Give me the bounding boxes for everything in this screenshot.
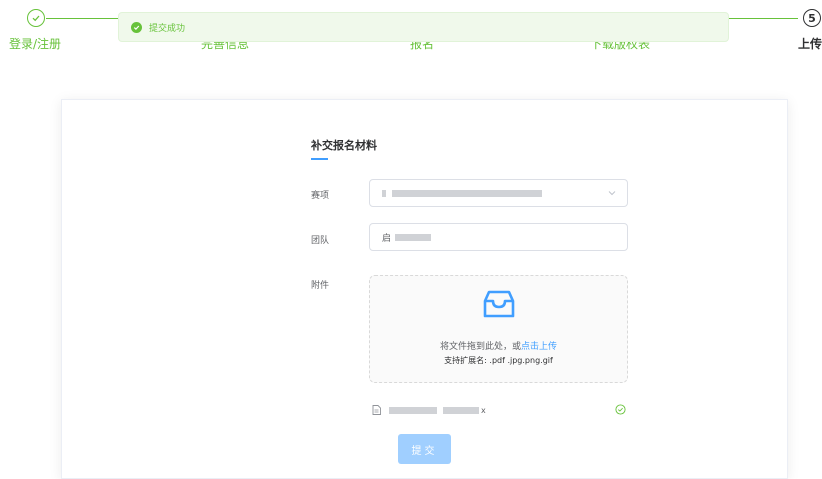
redacted-text (443, 406, 479, 414)
step-connector (728, 18, 798, 19)
redacted-text (395, 233, 432, 241)
step-title-login: 登录/注册 (9, 37, 62, 51)
step-connector (46, 18, 128, 19)
step-title-upload: 上传 (798, 37, 822, 51)
success-circle-icon (615, 404, 626, 415)
check-icon (27, 9, 45, 27)
step-number-icon: 5 (803, 9, 821, 27)
file-name: x (389, 406, 486, 415)
event-label: 赛项 (311, 191, 330, 201)
chevron-down-icon (608, 191, 616, 196)
team-value-prefix: 启 (382, 233, 392, 244)
click-upload-link[interactable]: 点击上传 (521, 342, 557, 352)
inbox-icon (483, 290, 515, 318)
upload-tip: 支持扩展名: .pdf .jpg.png.gif (444, 356, 553, 365)
file-name-suffix: x (481, 405, 486, 415)
section-title: 补交报名材料 (311, 139, 377, 152)
redacted-text (392, 189, 542, 197)
upload-drag-text: 将文件拖到此处，或 (439, 342, 521, 352)
submit-button[interactable]: 提交 (398, 434, 451, 464)
upload-dropzone[interactable]: 将文件拖到此处，或点击上传 支持扩展名: .pdf .jpg.png.gif (369, 275, 628, 383)
redacted-text (389, 406, 437, 414)
document-icon (372, 405, 381, 415)
team-label: 团队 (311, 236, 330, 246)
attachment-label: 附件 (311, 281, 330, 291)
event-select[interactable] (369, 179, 628, 207)
redacted-text (382, 189, 386, 197)
upload-instructions: 将文件拖到此处，或点击上传 (370, 339, 627, 352)
title-underline (311, 158, 328, 160)
success-message: 提交成功 (118, 12, 729, 42)
success-message-text: 提交成功 (149, 23, 186, 34)
success-check-icon (131, 21, 142, 33)
team-input[interactable]: 启 (369, 223, 628, 251)
uploaded-file-item[interactable]: x (369, 402, 628, 418)
upload-card: 补交报名材料 赛项 团队 启 附件 将文件拖到此处，或点击上传 支持扩展名: .… (61, 99, 788, 479)
